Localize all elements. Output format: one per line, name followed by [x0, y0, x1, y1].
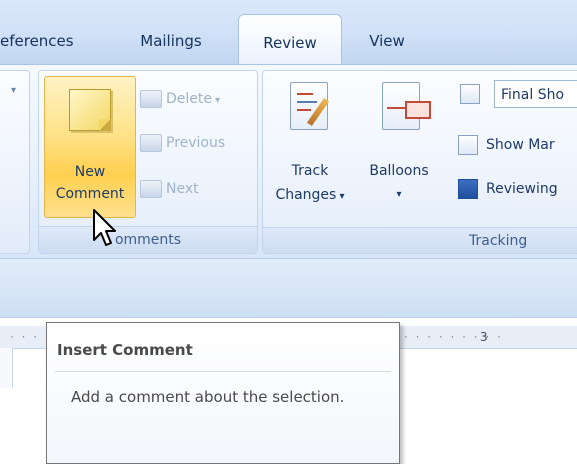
delete-comment-icon — [140, 90, 162, 108]
reviewing-pane-button[interactable]: Reviewing — [458, 174, 558, 204]
proofing-group-fragment: ▾ — [0, 70, 30, 254]
track-changes-icon — [290, 82, 330, 130]
ribbon-tab-bar: eferences Mailings Review View — [0, 0, 577, 66]
previous-comment-button[interactable]: Previous — [140, 130, 225, 156]
next-comment-label: Next — [166, 181, 199, 197]
balloons-button[interactable]: Balloons ▾ — [366, 78, 432, 214]
tab-references[interactable]: eferences — [0, 22, 92, 60]
previous-comment-label: Previous — [166, 135, 226, 151]
next-comment-button[interactable]: Next — [140, 176, 199, 202]
reviewing-pane-icon — [458, 179, 478, 199]
new-comment-button[interactable]: New Comment — [44, 76, 136, 218]
tooltip-divider — [55, 371, 391, 372]
show-markup-icon — [458, 135, 478, 155]
track-changes-label-line2: Changes ▾ — [275, 187, 345, 203]
show-markup-button[interactable]: Show Mar — [458, 130, 555, 160]
track-changes-button[interactable]: Track Changes ▾ — [272, 78, 348, 214]
previous-comment-icon — [140, 134, 162, 152]
chevron-down-icon: ▾ — [212, 95, 221, 106]
next-comment-icon — [140, 180, 162, 198]
ruler-number: 3 — [480, 330, 490, 344]
track-changes-label-line1: Track — [291, 163, 329, 179]
chevron-down-icon: ▾ — [336, 191, 345, 202]
delete-comment-button[interactable]: Delete ▾ — [140, 86, 220, 112]
new-comment-label-line1: New — [74, 164, 106, 180]
page-margin — [0, 348, 13, 388]
mouse-pointer-icon — [93, 209, 116, 246]
sticky-note-icon — [69, 89, 111, 131]
tracking-group-label: Tracking — [263, 227, 577, 253]
tooltip-description: Add a comment about the selection. — [71, 388, 345, 406]
display-for-review-select[interactable]: Final Sho — [494, 80, 577, 108]
delete-comment-label: Delete — [166, 91, 212, 107]
tooltip-title: Insert Comment — [57, 341, 193, 359]
insert-comment-tooltip: Insert Comment Add a comment about the s… — [46, 322, 400, 464]
display-for-review-icon — [458, 80, 484, 108]
chevron-down-icon: ▾ — [396, 189, 402, 200]
comments-group-label: omments — [39, 226, 257, 253]
balloons-icon — [382, 82, 431, 130]
balloons-label: Balloons — [369, 163, 429, 179]
show-markup-label: Show Mar — [486, 137, 555, 153]
dropdown-arrow-icon[interactable]: ▾ — [11, 85, 16, 96]
reviewing-pane-label: Reviewing — [486, 181, 558, 197]
tab-view[interactable]: View — [352, 22, 422, 60]
tab-review[interactable]: Review — [238, 14, 342, 66]
new-comment-label-line2: Comment — [55, 186, 125, 202]
ribbon-lower-strip — [0, 258, 577, 318]
tab-mailings[interactable]: Mailings — [124, 22, 218, 60]
